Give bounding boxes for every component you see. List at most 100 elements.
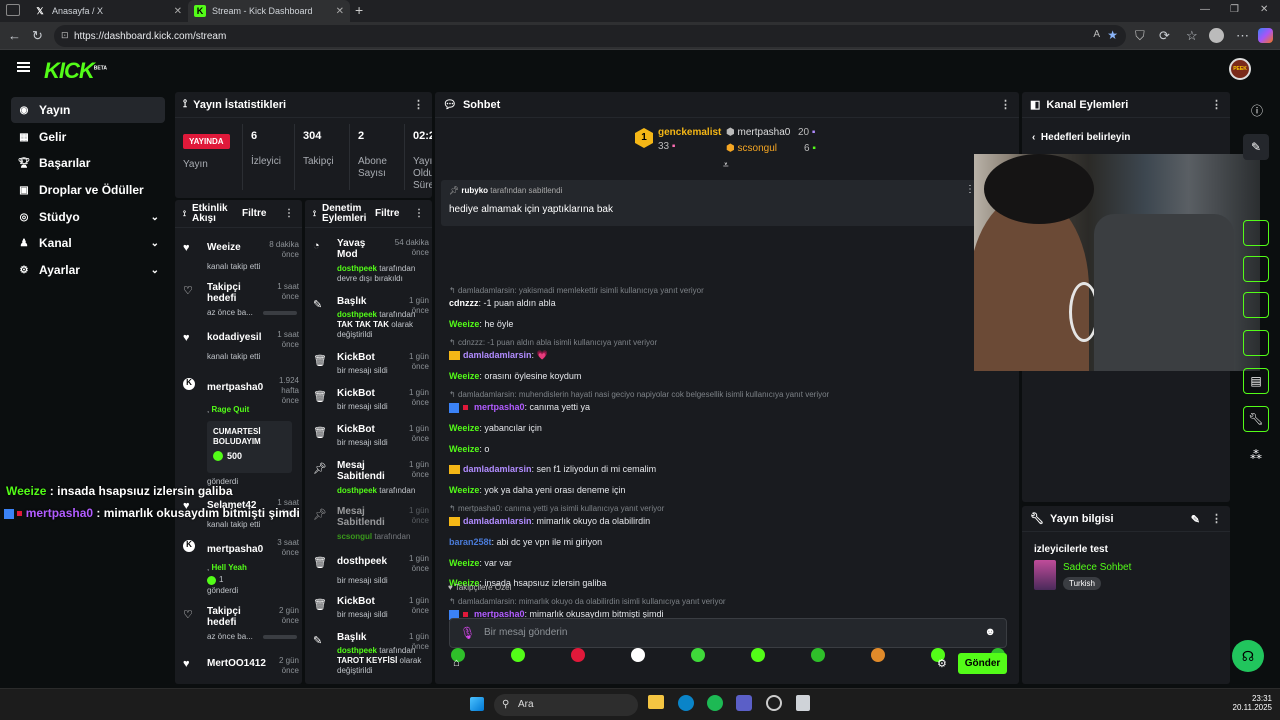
new-tab-button[interactable]: + xyxy=(355,2,363,18)
favorites-icon[interactable]: ☆ xyxy=(1186,28,1198,44)
emoji-icon[interactable]: ☻ xyxy=(984,626,996,638)
info-icon[interactable]: ⓘ xyxy=(1251,102,1263,119)
copilot-icon[interactable] xyxy=(1258,28,1273,43)
teams-icon[interactable] xyxy=(736,695,752,711)
filter-button[interactable]: Filtre xyxy=(375,209,399,219)
gift-count: 33 xyxy=(658,141,670,152)
file-explorer-icon[interactable] xyxy=(648,695,664,709)
activity-name: mertpasha0 xyxy=(207,544,264,555)
emote-button[interactable] xyxy=(691,648,705,662)
microphone-icon[interactable]: 🎙︎ xyxy=(460,626,475,640)
emote-button[interactable] xyxy=(751,648,765,662)
tab-actions-icon[interactable] xyxy=(6,4,20,16)
chat-username[interactable]: cdnzzz xyxy=(449,298,479,308)
edit-icon[interactable]: ✎ xyxy=(1191,513,1200,526)
chat-message: Weeize: var var xyxy=(449,558,512,568)
more-icon[interactable]: ⋮ xyxy=(413,98,424,111)
refresh-icon[interactable]: ↻ xyxy=(32,28,43,44)
profile-avatar[interactable] xyxy=(1209,28,1224,43)
minimize-icon[interactable]: — xyxy=(1200,4,1210,15)
chat-username[interactable]: damladamlarsin xyxy=(463,350,532,360)
read-aloud-icon[interactable]: A xyxy=(1093,29,1100,40)
shield-icon[interactable]: ⛉ xyxy=(1135,28,1145,44)
url-input[interactable]: ⊡ https://dashboard.kick.com/stream A ★ xyxy=(54,25,1126,47)
edge-icon[interactable] xyxy=(678,695,694,711)
chat-username[interactable]: Weeize xyxy=(449,371,479,381)
stat-viewers: 6 İzleyici xyxy=(243,124,295,190)
obs-icon[interactable] xyxy=(766,695,782,711)
maximize-icon[interactable]: ❐ xyxy=(1230,4,1239,15)
menu-icon[interactable] xyxy=(17,62,30,72)
more-icon[interactable]: ⋮ xyxy=(1000,98,1011,111)
spotify-icon[interactable] xyxy=(707,695,723,711)
stat-value: 2 xyxy=(358,130,365,142)
more-icon[interactable]: ⋮ xyxy=(284,208,294,219)
sidebar-item-droplar[interactable]: ▣ Droplar ve Ödüller xyxy=(11,177,165,203)
action-slot-button[interactable] xyxy=(1243,256,1269,282)
moderation-text: bir mesajı sildi xyxy=(337,366,388,375)
close-icon[interactable]: ✕ xyxy=(174,6,182,17)
more-icon[interactable]: ⋮ xyxy=(414,208,424,219)
gear-icon[interactable]: ⚙ xyxy=(937,657,947,670)
action-slot-button[interactable] xyxy=(1243,330,1269,356)
chat-username[interactable]: Weeize xyxy=(449,319,479,329)
tab-x[interactable]: 𝕏 Anasayfa / X ✕ xyxy=(28,0,188,22)
taskbar-search[interactable]: ⚲ Ara xyxy=(494,694,638,716)
top-gifter-name[interactable]: genckemalist xyxy=(658,127,721,138)
emote-button[interactable] xyxy=(811,648,825,662)
emote-button[interactable] xyxy=(631,648,645,662)
windows-start-icon[interactable] xyxy=(470,697,484,711)
chat-username[interactable]: mertpasha0 xyxy=(474,402,525,412)
close-icon[interactable]: ✕ xyxy=(336,6,344,17)
taskbar-clock[interactable]: 23:31 20.11.2025 xyxy=(1226,694,1272,712)
third-gifter[interactable]: ⬢ scsongul xyxy=(726,143,777,154)
chat-username[interactable]: Weeize xyxy=(449,444,479,454)
network-icon[interactable]: ⁂ xyxy=(1250,448,1262,462)
sidebar-item-basarilar[interactable]: 🏆︎ Başarılar xyxy=(11,150,165,176)
chat-input[interactable]: 🎙︎ Bir mesaj gönderin ☻ xyxy=(449,618,1007,648)
category-link[interactable]: Sadece Sohbet xyxy=(1063,562,1131,573)
chat-username[interactable]: Weeize xyxy=(449,423,479,433)
emote-button[interactable] xyxy=(871,648,885,662)
tab-kick-dashboard[interactable]: K Stream - Kick Dashboard ✕ xyxy=(188,0,350,22)
sidebar-item-gelir[interactable]: ▦ Gelir xyxy=(11,124,165,150)
emote-button[interactable] xyxy=(511,648,525,662)
support-headset-icon[interactable]: ☊ xyxy=(1232,640,1264,672)
back-icon[interactable]: ← xyxy=(8,28,21,43)
chat-username[interactable]: damladamlarsin xyxy=(463,516,532,526)
site-info-icon[interactable]: ⊡ xyxy=(61,30,69,41)
user-avatar[interactable]: PEEK xyxy=(1229,58,1251,80)
edit-icon[interactable]: ✎ xyxy=(1243,134,1269,160)
more-icon[interactable]: ⋮ xyxy=(1211,98,1222,111)
favorite-star-icon[interactable]: ★ xyxy=(1107,28,1118,42)
sidebar-item-kanal[interactable]: ♟ Kanal ⌄ xyxy=(11,230,165,256)
action-slot-button[interactable] xyxy=(1243,292,1269,318)
filter-button[interactable]: Filtre xyxy=(242,209,266,219)
more-icon[interactable]: ⋮ xyxy=(1211,512,1222,525)
sidebar-item-studyo[interactable]: ◎ Stüdyo ⌄ xyxy=(11,204,165,230)
notepad-icon[interactable] xyxy=(796,695,810,711)
moderator-name: dosthpeek xyxy=(337,310,378,319)
goals-back[interactable]: ‹ Hedefleri belirleyin xyxy=(1032,132,1130,143)
live-badge: YAYINDA xyxy=(183,134,230,149)
wrench-icon[interactable]: 🔧︎ xyxy=(1243,406,1269,432)
second-gifter[interactable]: ⬢ mertpasha0 xyxy=(726,127,790,138)
sidebar-item-ayarlar[interactable]: ⚙ Ayarlar ⌄ xyxy=(11,257,165,283)
sidebar-item-yayin[interactable]: ◉ Yayın xyxy=(11,97,165,123)
more-icon[interactable]: ⋯ xyxy=(1236,28,1249,44)
store-icon[interactable]: ⌂ xyxy=(453,657,460,669)
gifter-name: scsongul xyxy=(737,143,777,154)
close-window-icon[interactable]: ✕ xyxy=(1260,4,1268,15)
extensions-icon[interactable]: ⟳ xyxy=(1159,28,1170,44)
emote-button[interactable] xyxy=(571,648,585,662)
action-slot-button[interactable] xyxy=(1243,220,1269,246)
category-thumbnail[interactable] xyxy=(1034,560,1056,590)
send-button[interactable]: Gönder xyxy=(958,653,1007,674)
chat-username[interactable]: Weeize xyxy=(449,558,479,568)
kick-logo[interactable]: KICKBETA xyxy=(44,58,107,84)
expand-leaderboard-icon[interactable]: ⩡ xyxy=(723,160,729,171)
chat-username[interactable]: damladamlarsin xyxy=(463,464,532,474)
print-icon[interactable]: ▤ xyxy=(1243,368,1269,394)
chat-username[interactable]: Weeize xyxy=(449,485,479,495)
chat-username[interactable]: baran258t xyxy=(449,537,492,547)
